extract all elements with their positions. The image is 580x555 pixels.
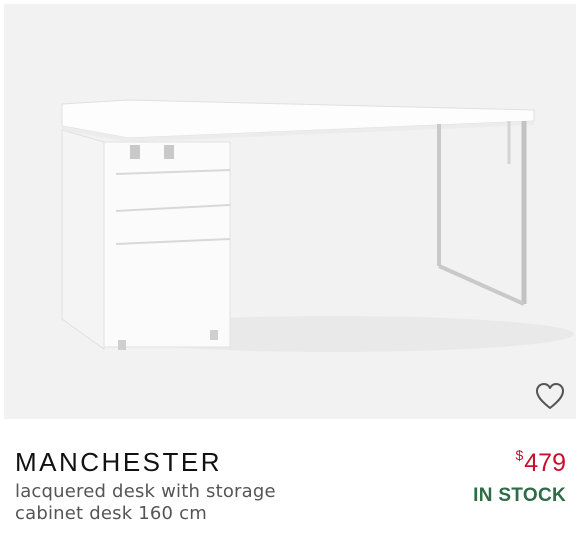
product-card[interactable]: MANCHESTER lacquered desk with storage c…	[0, 0, 580, 555]
price-value: 479	[524, 449, 566, 477]
desk-product-image	[61, 99, 574, 352]
product-price: $479	[515, 447, 566, 478]
product-info: MANCHESTER lacquered desk with storage c…	[0, 419, 580, 555]
product-image[interactable]	[4, 4, 576, 419]
stock-status: IN STOCK	[473, 485, 566, 506]
product-name[interactable]: MANCHESTER	[15, 447, 222, 478]
heart-outline-icon	[536, 383, 564, 409]
price-currency: $	[515, 447, 524, 463]
wishlist-button[interactable]	[532, 378, 568, 414]
product-description: lacquered desk with storage cabinet desk…	[15, 481, 276, 524]
